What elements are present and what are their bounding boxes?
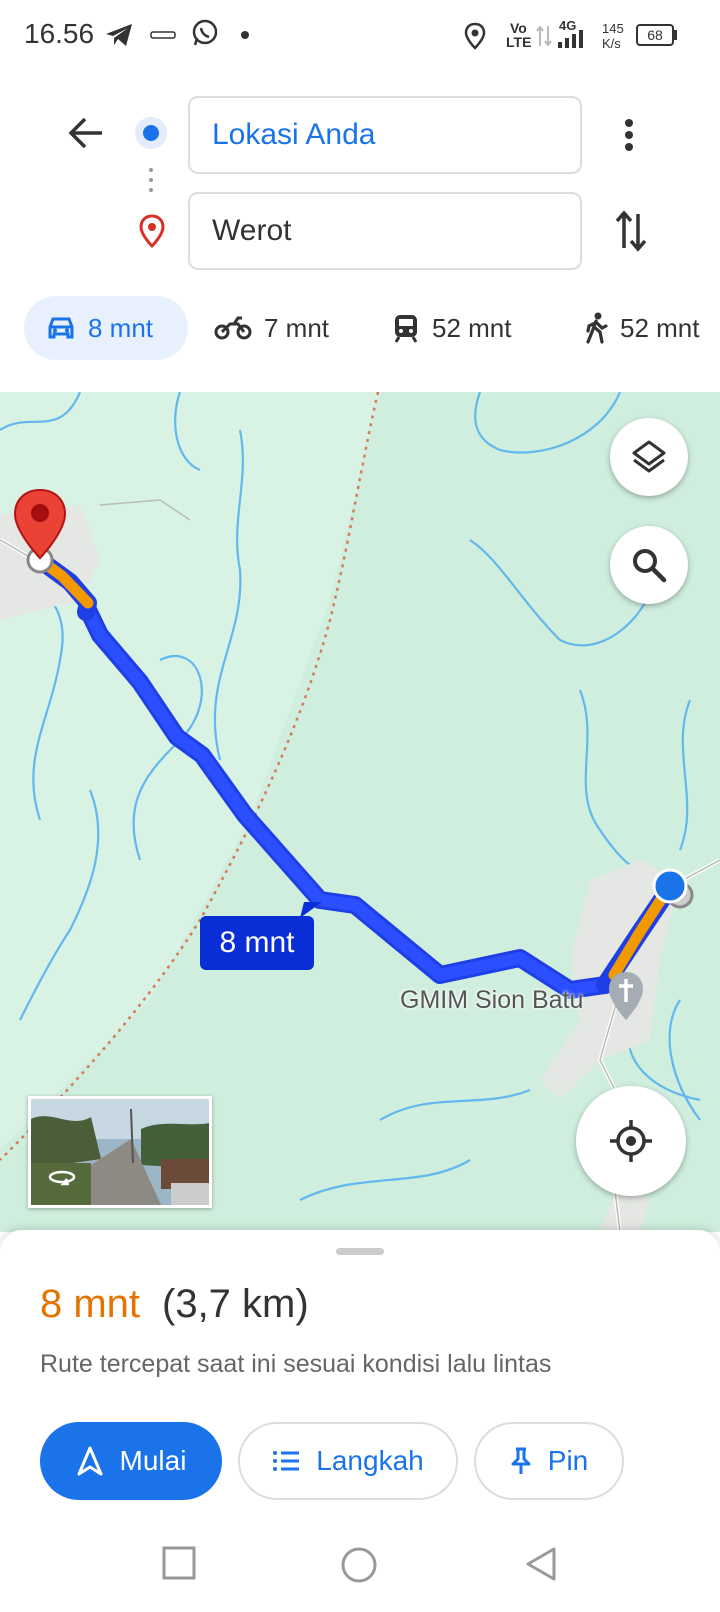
destination-marker-icon[interactable] [12,488,68,564]
tab-transit-label: 52 mnt [432,312,512,343]
crosshair-icon [610,1120,652,1162]
back-nav-icon[interactable] [524,1546,558,1582]
route-connector-dots [149,168,153,192]
swap-directions-icon[interactable] [614,210,648,252]
navigation-arrow-icon [77,1446,103,1476]
destination-pin-icon [139,214,165,248]
back-arrow-icon[interactable] [68,116,104,150]
my-location-button[interactable] [576,1086,686,1196]
notification-dot-icon [241,31,249,39]
list-icon [273,1451,300,1471]
net-speed-unit: K/s [602,36,621,51]
tab-walking[interactable]: 52 mnt [584,296,700,360]
destination-input[interactable]: Werot [188,192,582,270]
volte-label-bottom: LTE [506,34,532,50]
steps-label: Langkah [316,1445,424,1476]
eta-label-pointer [300,902,322,918]
route-duration: 8 mnt [40,1282,141,1326]
origin-input[interactable]: Lokasi Anda [188,96,582,174]
pin-button[interactable]: Pin [474,1422,624,1500]
pin-label: Pin [547,1445,589,1476]
tab-driving-label: 8 mnt [88,312,154,343]
signal-icon [558,30,583,48]
telegram-icon [106,24,132,46]
route-description: Rute tercepat saat ini sesuai kondisi la… [40,1350,552,1378]
battery-tip [674,30,677,40]
sheet-drag-handle[interactable] [336,1248,384,1255]
tab-motorcycle[interactable]: 7 mnt [214,296,329,360]
start-navigation-label: Mulai [119,1445,187,1476]
steps-button[interactable]: Langkah [238,1422,458,1500]
status-bar: 16.56 Vo LTE 4G 145 K/s 68 [0,0,720,72]
route-distance: (3,7 km) [162,1282,309,1326]
street-view-thumbnail[interactable] [28,1096,212,1208]
more-options-icon[interactable] [624,118,634,152]
data-arrows-icon [536,25,552,47]
origin-dot-icon [135,117,167,149]
status-time: 16.56 [24,18,95,49]
battery-level: 68 [647,27,663,43]
church-place-icon[interactable] [606,970,646,1024]
search-along-route-button[interactable] [610,526,688,604]
app-notification-icon [150,31,176,39]
transit-icon [394,315,418,343]
tab-motorcycle-label: 7 mnt [264,312,330,343]
net-speed-value: 145 [602,21,624,36]
home-icon[interactable] [340,1546,378,1584]
layers-icon [632,440,666,473]
current-location-dot-icon [652,868,688,904]
route-eta-label[interactable]: 8 mnt [200,916,314,970]
tab-transit[interactable]: 52 mnt [392,296,512,360]
recent-apps-icon[interactable] [162,1546,196,1580]
pushpin-icon [511,1447,531,1474]
battery-icon: 68 [636,24,674,46]
street-view-image [31,1099,209,1205]
tab-driving[interactable]: 8 mnt [24,296,188,360]
whatsapp-icon [192,19,218,46]
walk-icon [586,312,608,344]
360-rotate-icon [48,1170,76,1186]
motorcycle-icon [214,316,252,340]
place-label[interactable]: GMIM Sion Batu [400,986,583,1015]
layers-button[interactable] [610,418,688,496]
car-icon [48,317,74,339]
start-navigation-button[interactable]: Mulai [40,1422,222,1500]
location-icon [464,22,486,50]
search-icon [633,549,667,583]
tab-walking-label: 52 mnt [620,312,700,343]
